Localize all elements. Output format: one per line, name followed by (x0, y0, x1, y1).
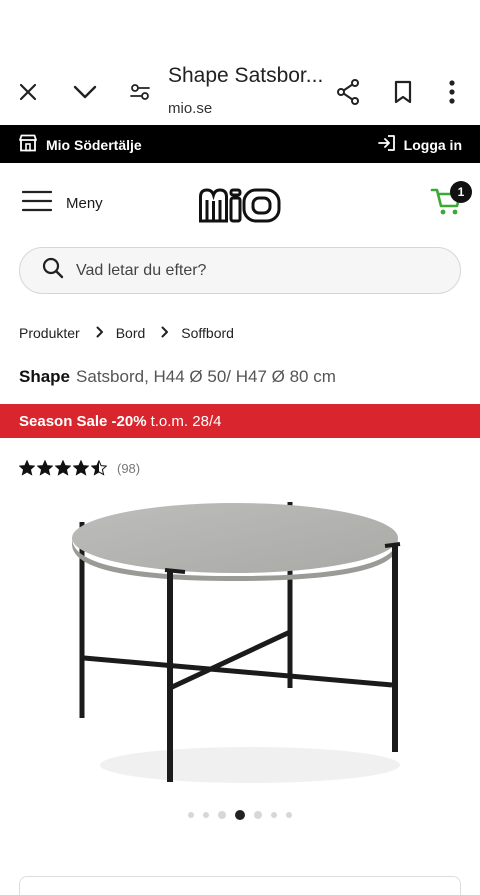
more-vert-icon[interactable] (442, 78, 462, 106)
hamburger-icon (21, 190, 53, 216)
store-icon (18, 134, 38, 155)
star-icon (19, 460, 35, 476)
close-icon[interactable] (16, 80, 40, 104)
breadcrumb-item-soffbord[interactable]: Soffbord (181, 325, 234, 341)
menu-button[interactable]: Meny (21, 190, 103, 216)
star-icon (55, 460, 71, 476)
login-link[interactable]: Logga in (377, 134, 462, 155)
menu-label: Meny (66, 194, 103, 212)
chevron-down-icon[interactable] (72, 80, 98, 104)
star-icon (91, 460, 107, 476)
mio-logo[interactable] (198, 186, 282, 229)
cart-count-badge: 1 (450, 181, 472, 203)
browser-toolbar: Shape Satsbor... mio.se (0, 0, 480, 125)
product-brand: Shape (19, 367, 71, 386)
star-icon (37, 460, 53, 476)
sale-until: t.o.m. 28/4 (150, 412, 222, 430)
product-rating[interactable]: (98) (19, 460, 140, 476)
page-title[interactable]: Shape Satsbor... (168, 64, 323, 88)
store-bar: Mio Södertälje Logga in (0, 125, 480, 163)
product-title: Shape Satsbord, H44 Ø 50/ H47 Ø 80 cm (19, 367, 336, 387)
carousel-dot[interactable] (235, 810, 245, 820)
carousel-dot[interactable] (203, 812, 209, 818)
share-icon[interactable] (334, 78, 362, 106)
info-card (19, 876, 461, 895)
carousel-dot[interactable] (218, 811, 226, 819)
chevron-right-icon (161, 326, 169, 341)
product-image[interactable] (40, 490, 440, 800)
review-count: (98) (117, 460, 141, 476)
breadcrumb-item-produkter[interactable]: Produkter (19, 325, 80, 341)
search-input[interactable] (76, 261, 416, 280)
cart-icon (430, 188, 464, 220)
page-settings-icon[interactable] (128, 80, 152, 104)
star-icon (73, 460, 89, 476)
carousel-dot[interactable] (254, 811, 262, 819)
bookmark-icon[interactable] (391, 78, 415, 106)
image-carousel-dots (0, 810, 480, 820)
star-rating (19, 460, 107, 476)
search-icon (42, 257, 64, 284)
carousel-dot[interactable] (188, 812, 194, 818)
carousel-dot[interactable] (286, 812, 292, 818)
breadcrumb: Produkter Bord Soffbord (19, 325, 234, 341)
page-domain: mio.se (168, 100, 213, 117)
login-icon (377, 134, 396, 155)
sale-label: Season Sale -20% (19, 412, 147, 430)
chevron-right-icon (96, 326, 104, 341)
product-description: Satsbord, H44 Ø 50/ H47 Ø 80 cm (76, 367, 336, 386)
sale-banner[interactable]: Season Sale -20% t.o.m. 28/4 (0, 404, 480, 438)
store-selector[interactable]: Mio Södertälje (18, 134, 142, 155)
store-name: Mio Södertälje (46, 136, 142, 153)
login-label: Logga in (403, 136, 462, 153)
search-bar[interactable] (19, 247, 461, 294)
breadcrumb-item-bord[interactable]: Bord (116, 325, 146, 341)
carousel-dot[interactable] (271, 812, 277, 818)
